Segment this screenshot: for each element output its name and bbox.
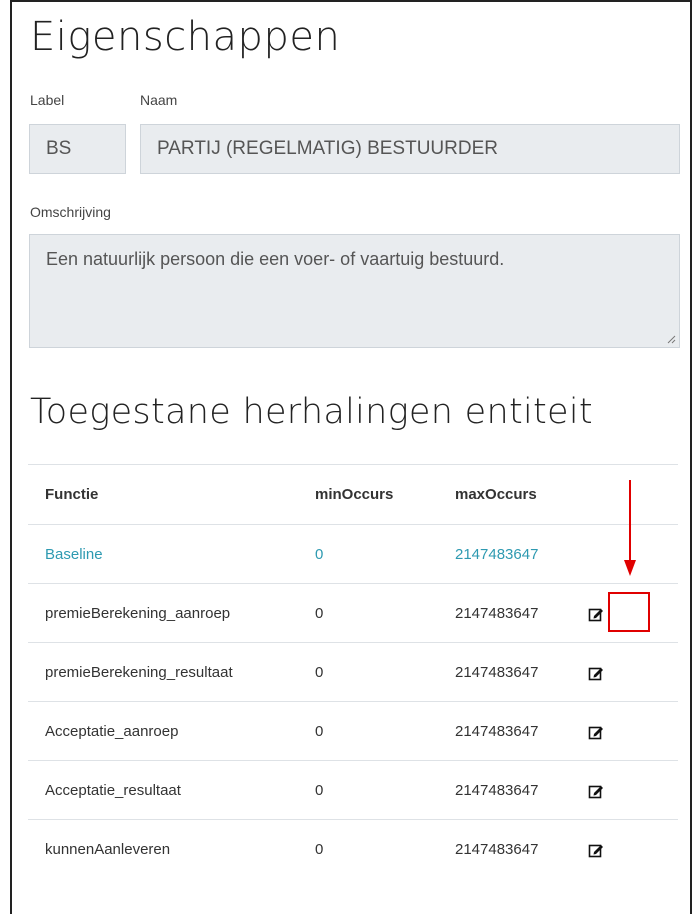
cell-actions <box>578 701 678 761</box>
resize-grip-icon[interactable] <box>666 334 676 344</box>
column-header-minoccurs: minOccurs <box>298 464 438 525</box>
column-header-maxoccurs: maxOccurs <box>438 464 578 525</box>
label-caption: Label <box>30 92 65 108</box>
edit-icon[interactable] <box>588 665 604 681</box>
cell-actions <box>578 819 678 879</box>
table-row: Acceptatie_resultaat 0 2147483647 <box>28 760 678 820</box>
cell-max: 2147483647 <box>438 524 578 584</box>
table-row: Acceptatie_aanroep 0 2147483647 <box>28 701 678 761</box>
column-header-function: Functie <box>28 464 298 525</box>
cell-function: Acceptatie_aanroep <box>28 701 298 761</box>
cell-min: 0 <box>298 819 438 879</box>
description-field[interactable]: Een natuurlijk persoon die een voer- of … <box>29 234 680 348</box>
cell-function: premieBerekening_resultaat <box>28 642 298 702</box>
cell-min: 0 <box>298 583 438 643</box>
cell-function[interactable]: Baseline <box>28 524 298 584</box>
edit-icon[interactable] <box>588 842 604 858</box>
cell-function: kunnenAanleveren <box>28 819 298 879</box>
cell-min: 0 <box>298 642 438 702</box>
table-row: premieBerekening_resultaat 0 2147483647 <box>28 642 678 702</box>
cell-max: 2147483647 <box>438 583 578 643</box>
cell-max: 2147483647 <box>438 819 578 879</box>
name-field[interactable]: PARTIJ (REGELMATIG) BESTUURDER <box>140 124 680 174</box>
cell-function: premieBerekening_aanroep <box>28 583 298 643</box>
edit-icon[interactable] <box>588 606 604 622</box>
page-title: Eigenschappen <box>30 14 341 60</box>
cell-min: 0 <box>298 760 438 820</box>
label-value: BS <box>46 138 72 159</box>
edit-icon[interactable] <box>588 783 604 799</box>
table-row: premieBerekening_aanroep 0 2147483647 <box>28 583 678 643</box>
cell-min: 0 <box>298 524 438 584</box>
cell-actions <box>578 760 678 820</box>
description-caption: Omschrijving <box>30 204 111 220</box>
table-row: kunnenAanleveren 0 2147483647 <box>28 819 678 879</box>
annotation-highlight-box <box>608 592 650 632</box>
cell-function: Acceptatie_resultaat <box>28 760 298 820</box>
cell-actions <box>578 642 678 702</box>
cell-max: 2147483647 <box>438 760 578 820</box>
table-header-row: Functie minOccurs maxOccurs <box>28 464 678 525</box>
cell-max: 2147483647 <box>438 642 578 702</box>
name-value: PARTIJ (REGELMATIG) BESTUURDER <box>157 138 498 159</box>
section-title: Toegestane herhalingen entiteit <box>30 392 593 432</box>
label-field[interactable]: BS <box>29 124 126 174</box>
annotation-arrow-icon <box>624 480 636 576</box>
table-row[interactable]: Baseline 0 2147483647 <box>28 524 678 584</box>
cell-max: 2147483647 <box>438 701 578 761</box>
name-caption: Naam <box>140 92 178 108</box>
repetitions-table: Functie minOccurs maxOccurs Baseline 0 2… <box>28 464 678 879</box>
edit-icon[interactable] <box>588 724 604 740</box>
description-value: Een natuurlijk persoon die een voer- of … <box>46 249 505 269</box>
cell-min: 0 <box>298 701 438 761</box>
